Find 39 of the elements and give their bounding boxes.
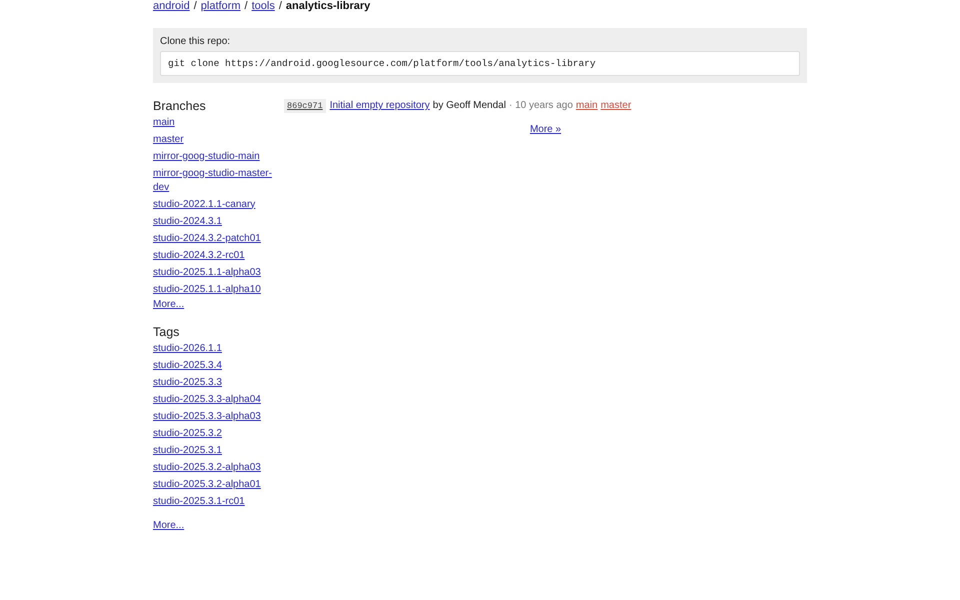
- branch-link[interactable]: studio-2025.1.1-alpha10: [153, 282, 261, 296]
- tag-link[interactable]: studio-2025.3.2-alpha03: [153, 460, 261, 474]
- tag-link[interactable]: studio-2026.1.1: [153, 342, 222, 356]
- branch-link[interactable]: studio-2024.3.2-rc01: [153, 248, 245, 262]
- commit-author: by Geoff Mendal: [432, 99, 506, 113]
- branch-link[interactable]: studio-2024.3.2-patch01: [153, 232, 261, 246]
- more-log-link[interactable]: More »: [530, 124, 562, 135]
- branch-link[interactable]: main: [153, 116, 175, 130]
- tag-link[interactable]: studio-2025.3.3-alpha04: [153, 392, 261, 406]
- breadcrumb-separator: /: [278, 0, 282, 12]
- commit-hash-link[interactable]: 869c971: [284, 99, 326, 113]
- section-heading: Branches: [153, 98, 207, 114]
- tag-link[interactable]: studio-2025.3.4: [153, 358, 222, 372]
- tag-link[interactable]: studio-2025.3.3-alpha03: [153, 410, 261, 424]
- more-branches-link[interactable]: More...: [153, 298, 184, 312]
- repo-title: analytics-library: [286, 0, 370, 12]
- tag-link[interactable]: studio-2025.3.2-alpha01: [153, 478, 261, 492]
- branch-link[interactable]: studio-2024.3.1: [153, 214, 222, 228]
- branch-link[interactable]: master: [153, 132, 184, 146]
- breadcrumb-separator: /: [194, 0, 197, 12]
- tag-link[interactable]: studio-2025.3.1-rc01: [153, 494, 245, 508]
- tag-link[interactable]: studio-2025.3.3: [153, 376, 222, 390]
- branch-link[interactable]: studio-2022.1.1-canary: [153, 198, 256, 212]
- breadcrumb-link[interactable]: tools: [252, 0, 275, 12]
- tag-link[interactable]: studio-2025.3.2: [153, 426, 222, 440]
- section-heading: Tags: [153, 324, 180, 340]
- branch-link[interactable]: mirror-goog-studio-main: [153, 150, 260, 164]
- branch-link[interactable]: studio-2025.1.1-alpha03: [153, 266, 261, 280]
- clone-command-field[interactable]: git clone https://android.googlesource.com/platform/tools/analytics-library: [160, 51, 800, 76]
- tag-link[interactable]: studio-2025.3.1: [153, 444, 222, 458]
- clone-label: Clone this repo:: [160, 35, 232, 49]
- more-tags-link[interactable]: More...: [153, 519, 184, 533]
- breadcrumb-separator: /: [244, 0, 248, 12]
- breadcrumb-link[interactable]: android: [153, 0, 190, 12]
- commit-time: · 10 years ago: [508, 99, 573, 113]
- ref-link[interactable]: main: [576, 99, 598, 113]
- breadcrumb-link[interactable]: platform: [200, 0, 241, 12]
- ref-link[interactable]: master: [600, 99, 632, 113]
- commit-message-link[interactable]: Initial empty repository: [330, 99, 430, 113]
